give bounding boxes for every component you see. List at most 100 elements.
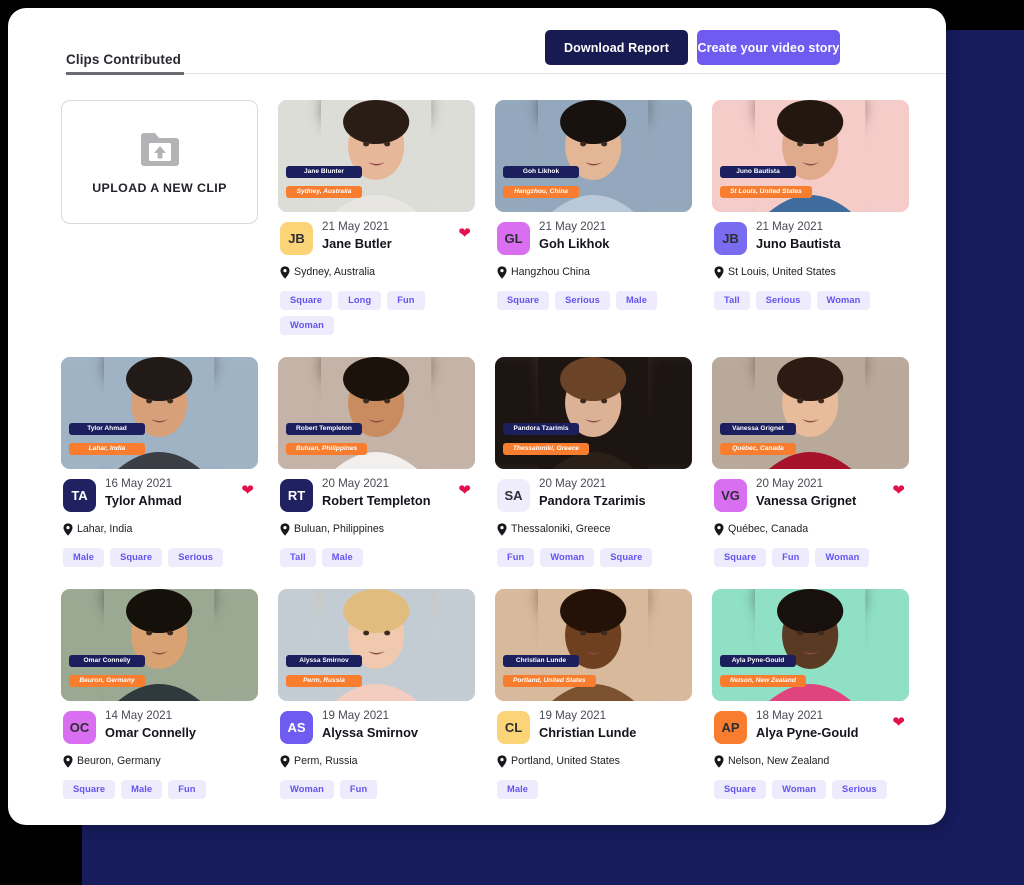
clip-tag[interactable]: Woman [540,548,595,567]
clip-tags: Tall Serious Woman [712,291,909,310]
clip-tag[interactable]: Woman [816,291,871,310]
clip-tag[interactable]: Fun [387,291,425,310]
overlay-location-badge: Buluan, Philippines [286,442,368,455]
clip-tag[interactable]: Square [63,780,116,799]
clip-tag[interactable]: Woman [280,316,334,335]
tab-divider [64,73,946,74]
avatar: VG [714,479,747,512]
clip-location-row: Québec, Canada [712,521,909,537]
clip-location-row: Buluan, Philippines [278,521,475,537]
clip-thumbnail[interactable]: Jane Blunter Sydney, Australia [278,100,475,212]
clip-thumbnail[interactable]: Omar Connelly Beuron, Germany [61,589,258,701]
clip-thumbnail[interactable]: Juno Bautista St Louis, United States [712,100,909,212]
overlay-name-badge: Ayla Pyne-Gould [720,654,796,667]
clip-person-name: Christian Lunde [539,725,637,740]
clip-tag[interactable]: Woman [815,548,870,567]
clip-thumbnail[interactable]: Goh Likhok Hangzhou, China [495,100,692,212]
clip-tag[interactable]: Square [110,548,163,567]
clip-tags: Male [495,780,692,799]
clip-tag[interactable]: Square [600,548,653,567]
location-pin-icon [280,754,290,768]
avatar: JB [714,222,747,255]
overlay-location-badge: St Louis, United States [720,185,812,198]
heart-icon[interactable]: ❤ [892,715,905,730]
clip-thumbnail[interactable]: Alyssa Smirnov Perm, Russia [278,589,475,701]
clip-date: 20 May 2021 [539,477,607,490]
clip-location-row: Hangzhou China [495,264,692,280]
avatar: OC [63,711,96,744]
clip-thumbnail[interactable]: Tylor Ahmad Lahar, India [61,357,258,469]
clip-tag[interactable]: Fun [772,548,810,567]
clip-meta: JB 21 May 2021 Jane Butler ❤ [278,220,475,260]
overlay-name-badge: Christian Lunde [503,654,579,667]
clip-thumbnail[interactable]: Robert Templeton Buluan, Philippines [278,357,475,469]
clip-tag[interactable]: Square [714,548,767,567]
clip-cell: Goh Likhok Hangzhou, China GL 21 May 202… [495,100,692,357]
clip-meta: JB 21 May 2021 Juno Bautista ❤ [712,220,909,260]
clip-date: 19 May 2021 [539,709,607,722]
clip-location-row: Lahar, India [61,521,258,537]
clip-tag[interactable]: Male [615,291,658,310]
clip-tag[interactable]: Fun [339,780,378,799]
avatar: SA [497,479,530,512]
location-pin-icon [714,265,724,279]
clip-tag[interactable]: Fun [497,548,535,567]
clip-thumbnail[interactable]: Ayla Pyne-Gould Nelson, New Zealand [712,589,909,701]
create-video-story-button[interactable]: Create your video story [697,30,840,65]
clip-tag[interactable]: Tall [714,291,750,310]
clip-tag[interactable]: Square [280,291,333,310]
clip-location-text: Québec, Canada [728,523,809,535]
clip-location-row: Nelson, New Zealand [712,753,909,769]
heart-icon[interactable]: ❤ [241,483,254,498]
heart-icon[interactable]: ❤ [458,226,471,241]
overlay-location-badge: Québec, Canada [720,442,796,455]
heart-icon[interactable]: ❤ [892,483,905,498]
clip-cell: Vanessa Grignet Québec, Canada VG 20 May… [712,357,909,589]
avatar: GL [497,222,530,255]
avatar: JB [280,222,313,255]
clip-thumbnail[interactable]: Christian Lunde Portland, United States [495,589,692,701]
clip-tag[interactable]: Long [338,291,382,310]
clip-tag[interactable]: Male [63,548,105,567]
clip-tag[interactable]: Male [321,548,363,567]
overlay-name-badge: Alyssa Smirnov [286,654,362,667]
clip-tag[interactable]: Tall [280,548,316,567]
clip-tag[interactable]: Male [497,780,539,799]
overlay-location-badge: Portland, United States [503,674,596,687]
overlay-name-badge: Vanessa Grignet [720,422,796,435]
clip-tag[interactable]: Serious [832,780,887,799]
clip-date: 20 May 2021 [756,477,824,490]
clip-location-text: Perm, Russia [294,755,358,767]
clip-tags: Male Square Serious [61,548,258,567]
location-pin-icon [497,522,507,536]
clip-location-text: Lahar, India [77,523,133,535]
clip-date: 14 May 2021 [105,709,173,722]
heart-icon[interactable]: ❤ [458,483,471,498]
clip-meta: VG 20 May 2021 Vanessa Grignet ❤ [712,477,909,517]
clip-cell: Jane Blunter Sydney, Australia JB 21 May… [278,100,475,357]
clip-tag[interactable]: Square [714,780,767,799]
clips-panel: Clips Contributed Download Report Create… [8,8,946,825]
clip-date: 21 May 2021 [322,220,390,233]
clip-tag[interactable]: Serious [555,291,610,310]
tab-active-underline [66,72,184,75]
clip-location-text: Sydney, Australia [294,266,376,278]
clip-thumbnail[interactable]: Vanessa Grignet Québec, Canada [712,357,909,469]
upload-new-clip-card[interactable]: UPLOAD A NEW CLIP [61,100,258,224]
clip-tag[interactable]: Woman [772,780,827,799]
clip-tag[interactable]: Serious [168,548,224,567]
clip-tag[interactable]: Fun [168,780,206,799]
clip-tag[interactable]: Square [497,291,550,310]
clip-tags: Square Fun Woman [712,548,909,567]
clip-cell: Alyssa Smirnov Perm, Russia AS 19 May 20… [278,589,475,821]
clip-location-row: Beuron, Germany [61,753,258,769]
download-report-button[interactable]: Download Report [545,30,688,65]
clip-thumbnail[interactable]: Pandora Tzarimis Thessaloniki, Greece [495,357,692,469]
clip-tag[interactable]: Serious [755,291,811,310]
clip-meta: TA 16 May 2021 Tylor Ahmad ❤ [61,477,258,517]
clip-tag[interactable]: Male [121,780,163,799]
avatar: AS [280,711,313,744]
clip-date: 21 May 2021 [539,220,607,233]
clip-meta: SA 20 May 2021 Pandora Tzarimis ❤ [495,477,692,517]
clip-tag[interactable]: Woman [280,780,334,799]
